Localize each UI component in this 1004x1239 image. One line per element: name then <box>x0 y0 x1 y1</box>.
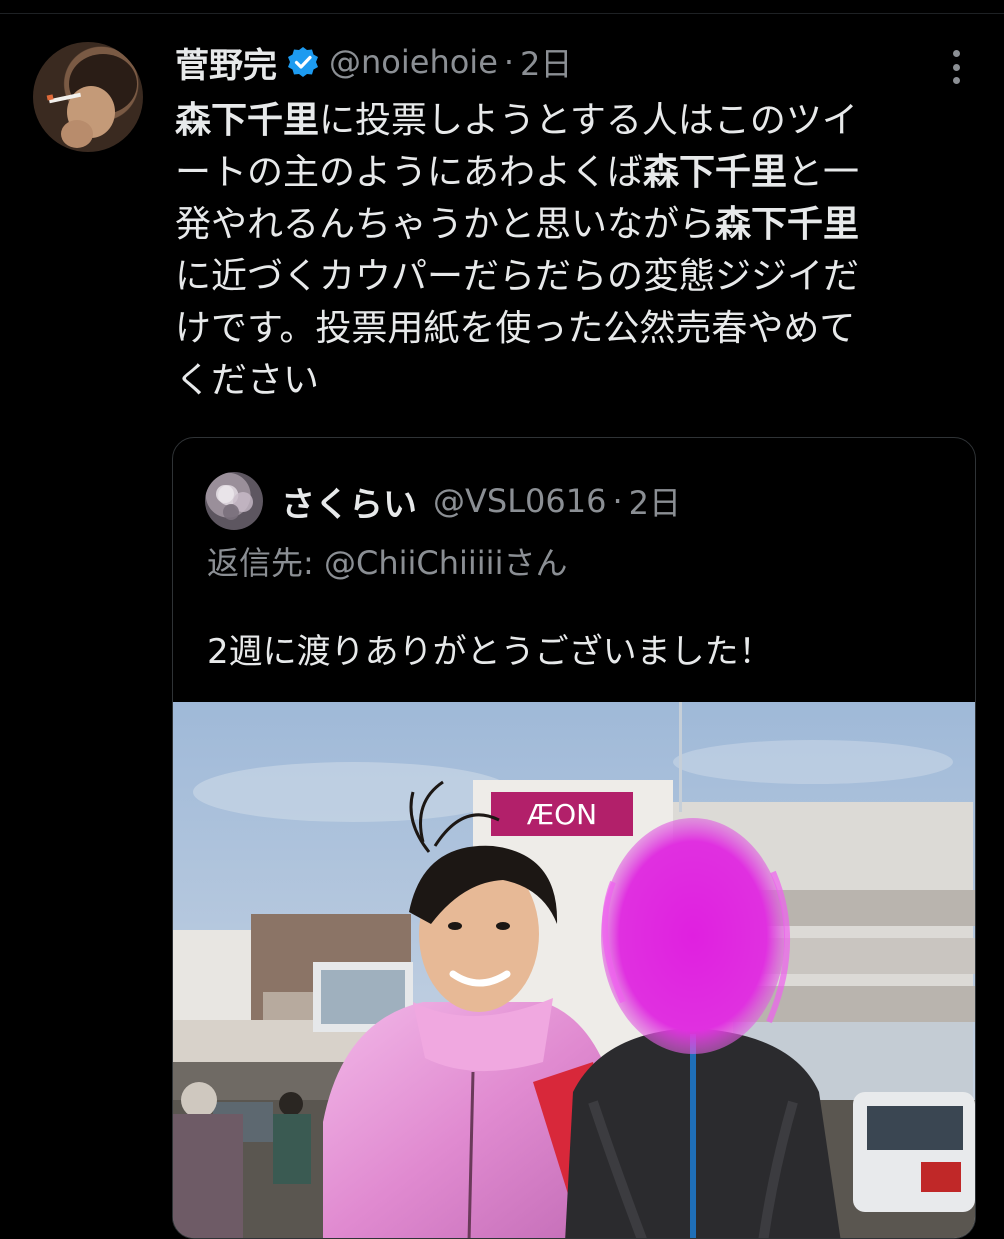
tweet-text-line: 発やれるんちゃうかと思いながら森下千里 <box>175 199 965 251</box>
quoted-author-handle[interactable]: @VSL0616 <box>433 482 606 520</box>
tweet-text-segment: に投票しようとする人はこのツイ <box>319 100 858 141</box>
quoted-text: 2週に渡りありがとうございました！ <box>207 632 773 672</box>
quoted-header: さくらい @VSL0616 · 2日 <box>281 476 681 526</box>
header-separator: · <box>503 43 515 81</box>
quoted-photo[interactable]: ÆON <box>173 702 975 1238</box>
author-avatar[interactable] <box>33 42 143 152</box>
tweet-text-segment: と一 <box>787 152 860 193</box>
tweet-text-segment: ください <box>175 360 320 401</box>
quoted-author-avatar[interactable] <box>205 472 263 530</box>
tweet-text-segment: に近づくカウパーだらだらの変態ジジイだ <box>175 256 860 297</box>
top-divider <box>0 0 1004 14</box>
tweet-text-line: ートの主のようにあわよくば森下千里と一 <box>175 147 965 199</box>
quoted-date[interactable]: 2日 <box>629 478 681 524</box>
tweet-text-line: に近づくカウパーだらだらの変態ジジイだ <box>175 251 965 303</box>
author-name[interactable]: 菅野完 <box>175 38 277 87</box>
tweet-date[interactable]: 2日 <box>520 39 572 85</box>
tweet-header: 菅野完 @noiehoie · 2日 <box>175 38 572 86</box>
highlighted-name: 森下千里 <box>715 204 860 245</box>
tweet-text-segment: ートの主のようにあわよくば <box>175 152 644 193</box>
tweet-text-line: けです。投票用紙を使った公然売春やめて <box>175 303 965 355</box>
verified-badge-icon <box>287 46 319 78</box>
tweet-text-line: ください <box>175 355 965 407</box>
tweet-body: 森下千里に投票しようとする人はこのツイ ートの主のようにあわよくば森下千里と一 発や… <box>175 95 965 407</box>
tweet-text-segment: けです。投票用紙を使った公然売春やめて <box>175 308 856 349</box>
author-handle[interactable]: @noiehoie <box>329 43 498 81</box>
highlighted-name: 森下千里 <box>175 100 320 141</box>
tweet-text-line: 森下千里に投票しようとする人はこのツイ <box>175 95 965 147</box>
quoted-tweet[interactable]: さくらい @VSL0616 · 2日 返信先: @ChiiChiiiiiさん 2… <box>172 437 976 1239</box>
more-options-icon[interactable] <box>944 50 968 84</box>
quoted-header-separator: · <box>612 482 623 520</box>
tweet-text-segment: 発やれるんちゃうかと思いながら <box>175 204 716 245</box>
reply-to-line: 返信先: @ChiiChiiiiiさん <box>207 538 567 584</box>
quoted-author-name[interactable]: さくらい <box>281 477 417 526</box>
reply-prefix: 返信先: <box>207 544 324 582</box>
store-sign-text: ÆON <box>527 798 597 831</box>
highlighted-name: 森下千里 <box>643 152 788 193</box>
reply-mention-link[interactable]: @ChiiChiiiiiさん <box>324 544 568 582</box>
